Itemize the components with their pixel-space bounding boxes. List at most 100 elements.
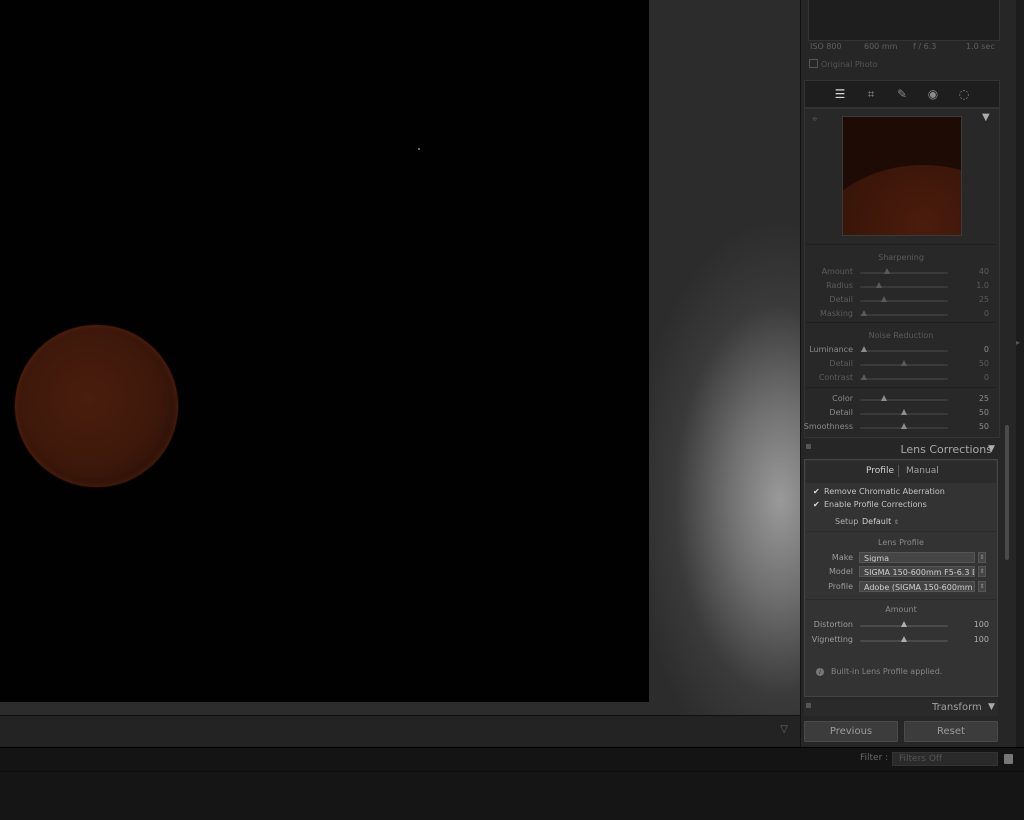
slider-label: Detail (829, 408, 853, 417)
slider-thumb[interactable] (880, 296, 887, 302)
slider-label: Contrast (818, 373, 853, 382)
vignetting-value[interactable]: 100 (955, 635, 989, 644)
tab-manual[interactable]: Manual (906, 466, 939, 476)
enable-profile-checkbox-row[interactable]: ✔ Enable Profile Corrections (813, 500, 927, 509)
slider-value[interactable]: 25 (955, 295, 989, 304)
divider (806, 599, 996, 600)
slider-label: Color (832, 394, 853, 403)
slider-thumb[interactable] (901, 360, 907, 366)
slider-value[interactable]: 50 (955, 359, 989, 368)
image-viewer[interactable] (0, 0, 800, 715)
lens-corrections-toggle-icon[interactable]: ▼ (988, 444, 995, 454)
lens-tabs (806, 461, 996, 483)
slider-track[interactable] (860, 423, 948, 429)
filter-select[interactable]: Filters Off (892, 752, 998, 766)
vignetting-thumb[interactable] (901, 636, 907, 642)
slider-thumb[interactable] (884, 268, 891, 274)
divider (806, 387, 996, 388)
mask-icon[interactable]: ◌ (955, 85, 973, 103)
previous-button[interactable]: Previous (804, 721, 898, 742)
slider-track[interactable] (860, 282, 948, 288)
amount-title: Amount (885, 605, 917, 614)
slider-track[interactable] (860, 395, 948, 401)
slider-thumb[interactable] (876, 282, 883, 288)
crop-icon[interactable]: ⌗ (862, 85, 880, 103)
slider-thumb[interactable] (860, 374, 867, 380)
slider-track[interactable] (860, 374, 948, 380)
transform-toggle-icon[interactable]: ▼ (988, 702, 995, 712)
checkmark-icon[interactable]: ✔ (813, 501, 821, 509)
slider-value[interactable]: 25 (955, 394, 989, 403)
profile-label: Profile (828, 582, 853, 591)
model-dropdown-icon[interactable]: ⇕ (978, 566, 986, 577)
slider-label: Luminance (809, 345, 853, 354)
collapse-panel-icon[interactable]: ▸ (1016, 338, 1020, 347)
setup-label: Setup (835, 517, 859, 526)
slider-value[interactable]: 0 (955, 345, 989, 354)
vignetting-slider[interactable] (860, 636, 948, 642)
histogram (808, 0, 1000, 41)
slider-value[interactable]: 0 (955, 309, 989, 318)
edit-sliders-icon[interactable]: ☰ (831, 85, 849, 103)
lens-profile-title: Lens Profile (878, 538, 924, 547)
preview-moon-image (843, 165, 961, 235)
reset-button[interactable]: Reset (904, 721, 998, 742)
filter-label: Filter : (860, 753, 889, 763)
slider-thumb[interactable] (901, 423, 907, 429)
filmstrip[interactable] (0, 771, 1024, 820)
panel-switch-icon[interactable] (806, 444, 811, 449)
divider (806, 244, 996, 245)
slider-value[interactable]: 0 (955, 373, 989, 382)
slider-value[interactable]: 1.0 (955, 281, 989, 290)
transform-title[interactable]: Transform (932, 702, 982, 713)
original-photo-toggle[interactable]: Original Photo (809, 59, 878, 69)
detail-preview[interactable] (842, 116, 962, 236)
slider-track[interactable] (860, 409, 948, 415)
remove-ca-checkbox-row[interactable]: ✔ Remove Chromatic Aberration (813, 487, 945, 496)
slider-track[interactable] (860, 360, 948, 366)
slider-thumb[interactable] (860, 310, 867, 316)
checkmark-icon[interactable]: ✔ (813, 488, 821, 496)
divider (806, 531, 996, 532)
distortion-slider[interactable] (860, 621, 948, 627)
slider-track[interactable] (860, 310, 948, 316)
panel-gutter[interactable] (1016, 0, 1024, 747)
slider-track[interactable] (860, 268, 948, 274)
slider-label: Detail (829, 295, 853, 304)
slider-track[interactable] (860, 346, 948, 352)
make-select[interactable]: Sigma (859, 552, 975, 563)
healing-icon[interactable]: ✎ (893, 85, 911, 103)
slider-thumb[interactable] (880, 395, 887, 401)
slider-thumb[interactable] (860, 346, 867, 352)
profile-dropdown-icon[interactable]: ⇕ (978, 581, 986, 592)
slider-value[interactable]: 50 (955, 422, 989, 431)
tab-profile[interactable]: Profile (866, 466, 894, 476)
slider-value[interactable]: 50 (955, 408, 989, 417)
lens-profile-info: Built-in Lens Profile applied. (831, 667, 943, 676)
toolbar-menu-icon[interactable]: ▽ (780, 724, 788, 735)
model-select[interactable]: SIGMA 150-600mm F5-6.3 D... (859, 566, 975, 577)
profile-select[interactable]: Adobe (SIGMA 150-600mm F... (859, 581, 975, 592)
original-photo-checkbox[interactable] (809, 59, 818, 68)
distortion-thumb[interactable] (901, 621, 907, 627)
enable-profile-label: Enable Profile Corrections (824, 500, 927, 509)
tool-strip: ☰ ⌗ ✎ ◉ ◌ (804, 80, 1000, 108)
tab-separator (898, 465, 899, 477)
divider (806, 322, 996, 323)
lock-icon[interactable] (1004, 754, 1013, 764)
photo-canvas[interactable] (0, 0, 649, 702)
slider-track[interactable] (860, 296, 948, 302)
panel-switch-icon[interactable] (806, 703, 811, 708)
setup-select[interactable]: Default ⇕ (862, 517, 899, 526)
slider-thumb[interactable] (901, 409, 907, 415)
red-eye-icon[interactable]: ◉ (924, 85, 942, 103)
lens-corrections-title[interactable]: Lens Corrections (900, 443, 992, 456)
distortion-value[interactable]: 100 (955, 620, 989, 629)
detail-panel-toggle-icon[interactable]: ▼ (982, 112, 990, 123)
make-dropdown-icon[interactable]: ⇕ (978, 552, 986, 563)
histogram-shutter: 1.0 sec (966, 42, 995, 51)
filmstrip-bar: Filter : Filters Off (0, 747, 1024, 772)
panel-scrollbar[interactable] (1005, 425, 1009, 560)
slider-value[interactable]: 40 (955, 267, 989, 276)
target-icon[interactable]: ⌖ (812, 114, 818, 125)
